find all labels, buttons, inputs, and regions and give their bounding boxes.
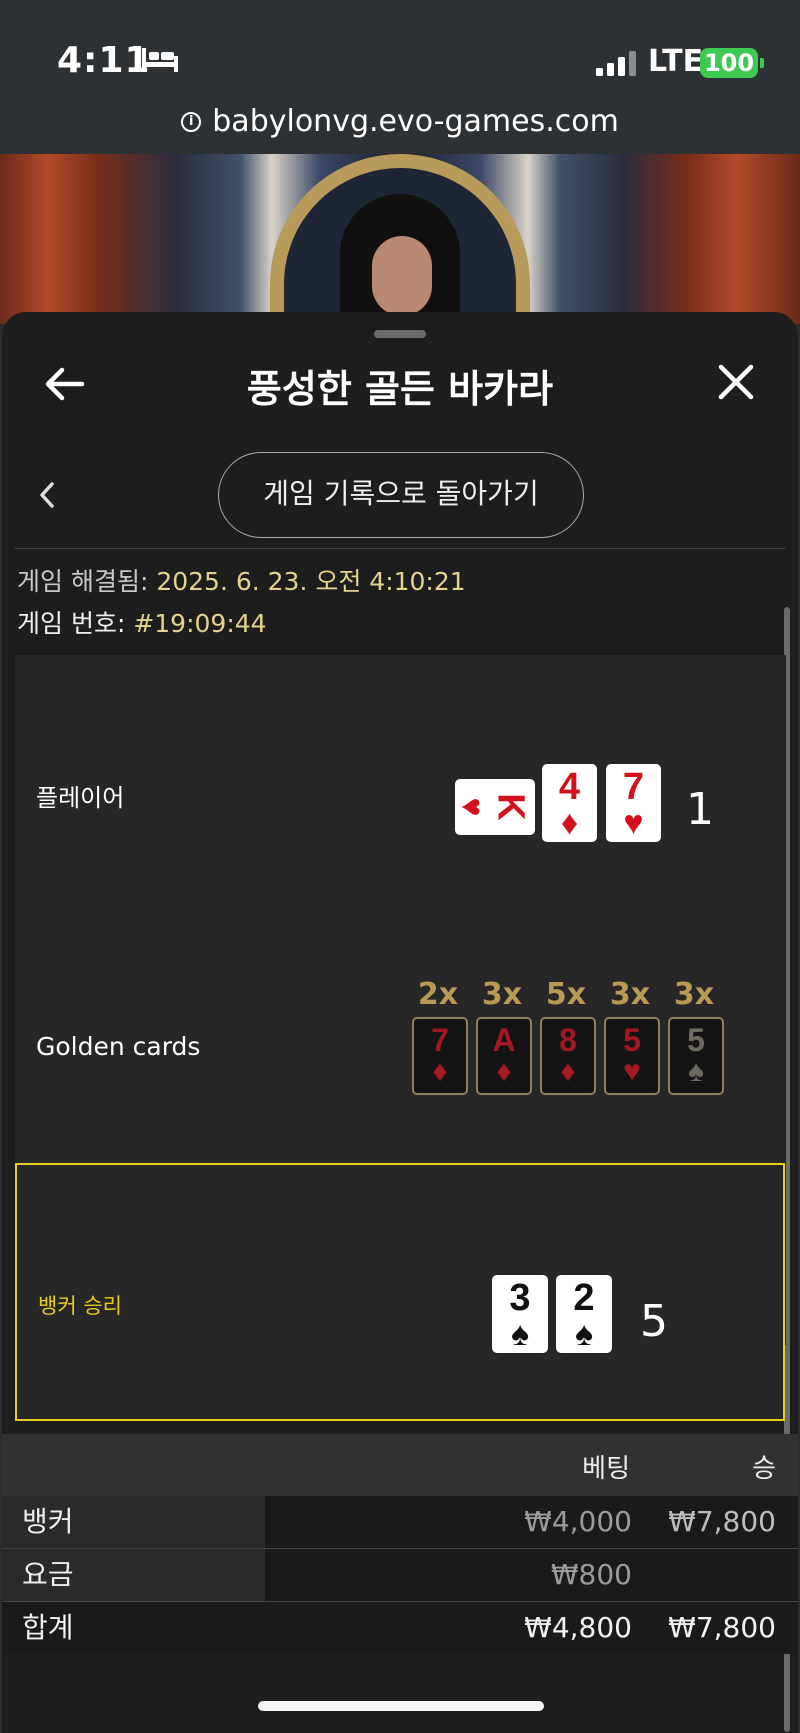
card-rank: 7 bbox=[431, 1022, 449, 1058]
card-rank: 5 bbox=[623, 1022, 641, 1058]
row-label: 합계 bbox=[22, 1611, 74, 1644]
signal-icon bbox=[596, 51, 636, 76]
page-title: 풍성한 골든 바카라 bbox=[246, 367, 554, 411]
card-rank: 3 bbox=[509, 1277, 531, 1319]
card-rank: 7 bbox=[622, 766, 645, 808]
card-suit: ♦ bbox=[560, 804, 579, 842]
row-win: ₩7,800 bbox=[668, 1505, 776, 1538]
url-text: babylonvg.evo-games.com bbox=[212, 104, 619, 139]
card-suit: ♠ bbox=[574, 1315, 594, 1353]
card-suit: ♥ bbox=[454, 797, 491, 817]
game-resolved-label: 게임 해결됨: bbox=[17, 567, 157, 596]
status-bar: 4:11 LTE 100 bbox=[0, 0, 800, 100]
status-time: 4:11 bbox=[57, 40, 151, 81]
card-suit: ♦ bbox=[496, 1055, 512, 1088]
player-label: 플레이어 bbox=[36, 784, 125, 812]
row-win: ₩7,800 bbox=[668, 1611, 776, 1644]
divider bbox=[14, 548, 786, 549]
url-bar[interactable]: i babylonvg.evo-games.com bbox=[0, 100, 800, 154]
banker-card-2: 2 ♠ bbox=[556, 1275, 612, 1353]
game-number-line: 게임 번호: #19:09:44 bbox=[17, 604, 267, 640]
dealer-face bbox=[372, 236, 432, 316]
row-label: 뱅커 bbox=[2, 1496, 265, 1548]
card-rank: 2 bbox=[573, 1277, 595, 1319]
game-resolved-value: 2025. 6. 23. 오전 4:10:21 bbox=[156, 567, 466, 596]
card-suit: ♦ bbox=[432, 1055, 448, 1088]
golden-multiplier: 3x bbox=[609, 977, 651, 1012]
card-rank: 5 bbox=[687, 1022, 705, 1058]
golden-card: 7 ♦ bbox=[412, 1017, 468, 1095]
bed-icon bbox=[142, 48, 178, 72]
golden-card: 5 ♠ bbox=[668, 1017, 724, 1095]
player-card-2: 4 ♦ bbox=[542, 764, 597, 842]
card-rank: 8 bbox=[559, 1022, 577, 1058]
network-label: LTE bbox=[648, 44, 704, 79]
sheet-grabber[interactable] bbox=[374, 330, 426, 338]
banker-score: 5 bbox=[640, 1296, 668, 1347]
table-row: 요금 ₩800 bbox=[2, 1549, 798, 1601]
card-rank: K bbox=[489, 793, 532, 821]
row-bet: ₩4,000 bbox=[524, 1505, 632, 1538]
banker-result-box bbox=[15, 1163, 785, 1421]
card-suit: ♠ bbox=[688, 1055, 704, 1088]
game-number-value: #19:09:44 bbox=[133, 609, 267, 638]
game-resolved-line: 게임 해결됨: 2025. 6. 23. 오전 4:10:21 bbox=[17, 562, 466, 598]
golden-multiplier: 3x bbox=[673, 977, 715, 1012]
close-icon[interactable] bbox=[716, 362, 756, 402]
back-to-history-button[interactable]: 게임 기록으로 돌아가기 bbox=[218, 452, 584, 538]
golden-card: A ♦ bbox=[476, 1017, 532, 1095]
golden-cards-label: Golden cards bbox=[36, 1032, 201, 1061]
home-indicator[interactable] bbox=[258, 1701, 544, 1711]
card-rank: 4 bbox=[558, 766, 581, 808]
info-icon: i bbox=[181, 112, 202, 132]
banker-card-1: 3 ♠ bbox=[492, 1275, 548, 1353]
chevron-left-icon[interactable] bbox=[36, 480, 58, 510]
game-number-label: 게임 번호: bbox=[17, 609, 134, 638]
card-suit: ♠ bbox=[510, 1315, 530, 1353]
player-score: 1 bbox=[686, 784, 714, 835]
table-row: 뱅커 ₩4,000 ₩7,800 bbox=[2, 1496, 798, 1548]
card-suit: ♥ bbox=[623, 1055, 641, 1088]
battery-indicator: 100 bbox=[700, 48, 764, 78]
golden-card: 8 ♦ bbox=[540, 1017, 596, 1095]
row-bet: ₩4,800 bbox=[524, 1611, 632, 1644]
card-suit: ♥ bbox=[623, 804, 644, 842]
table-row-total: 합계 ₩4,800 ₩7,800 bbox=[2, 1602, 798, 1654]
row-label: 요금 bbox=[2, 1549, 265, 1601]
player-card-1: K ♥ bbox=[455, 779, 535, 835]
row-bet: ₩800 bbox=[550, 1558, 632, 1591]
bet-table-header: 베팅 승 bbox=[2, 1434, 798, 1496]
golden-multiplier: 3x bbox=[481, 977, 523, 1012]
player-card-3: 7 ♥ bbox=[606, 764, 661, 842]
golden-multiplier: 5x bbox=[545, 977, 587, 1012]
column-bet: 베팅 bbox=[582, 1454, 630, 1484]
column-win: 승 bbox=[752, 1454, 776, 1484]
golden-card: 5 ♥ bbox=[604, 1017, 660, 1095]
banker-win-label: 뱅커 승리 bbox=[38, 1294, 122, 1318]
card-rank: A bbox=[492, 1022, 516, 1058]
golden-multiplier: 2x bbox=[417, 977, 459, 1012]
card-suit: ♦ bbox=[560, 1055, 576, 1088]
live-video-background bbox=[0, 154, 800, 324]
